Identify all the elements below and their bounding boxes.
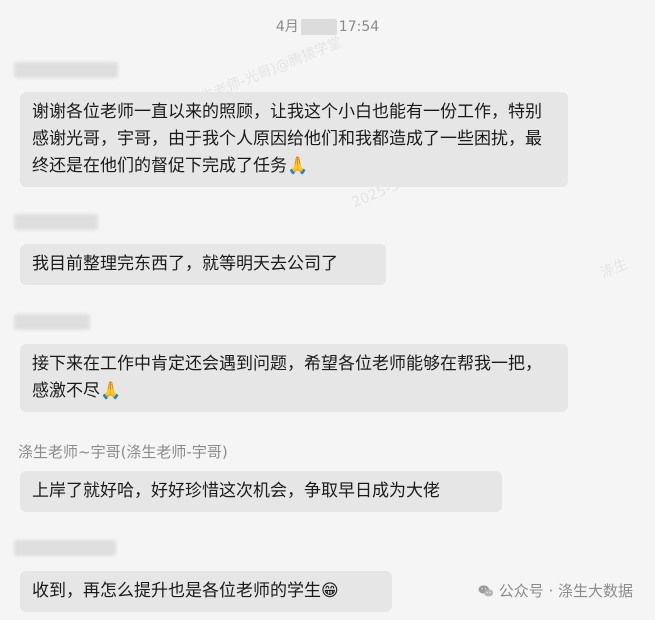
chat-bubble[interactable]: 上岸了就好哈，好好珍惜这次机会，争取早日成为大佬 (20, 471, 502, 512)
sender-name-redacted (14, 214, 98, 230)
chat-bubble[interactable]: 接下来在工作中肯定还会遇到问题，希望各位老师能够在帮我一把，感激不尽🙏 (20, 344, 568, 412)
sender-name-redacted (14, 62, 118, 78)
chat-bubble[interactable]: 我目前整理完东西了，就等明天去公司了 (20, 244, 386, 285)
chat-bubble[interactable]: 谢谢各位老师一直以来的照顾，让我这个小白也能有一份工作，特别感谢光哥，宇哥，由于… (20, 92, 568, 187)
praying-hands-emoji-icon: 🙏 (287, 156, 309, 176)
sender-name-redacted (14, 314, 90, 330)
sender-name: 涤生老师~宇哥(涤生老师-宇哥) (18, 443, 228, 461)
sender-name-redacted (14, 540, 116, 556)
watermark: 涤生 (598, 256, 631, 282)
message-text: 我目前整理完东西了，就等明天去公司了 (32, 254, 338, 274)
timestamp-time: 17:54 (338, 19, 380, 35)
footer-label: 公众号 · 涤生大数据 (498, 582, 633, 600)
wechat-icon (478, 584, 493, 596)
official-account-footer: 公众号 · 涤生大数据 (477, 580, 633, 601)
chat-bubble[interactable]: 收到，再怎么提升也是各位老师的学生😁 (20, 571, 392, 612)
message-text: 上岸了就好哈，好好珍惜这次机会，争取早日成为大佬 (32, 481, 440, 501)
redacted-date (300, 19, 337, 35)
message-text: 收到，再怎么提升也是各位老师的学生 (32, 581, 321, 601)
praying-hands-emoji-icon: 🙏 (100, 381, 122, 401)
timestamp-prefix: 4月 (275, 19, 299, 35)
message-timestamp: 4月 17:54 (0, 16, 655, 36)
grinning-face-emoji-icon: 😁 (321, 581, 339, 601)
